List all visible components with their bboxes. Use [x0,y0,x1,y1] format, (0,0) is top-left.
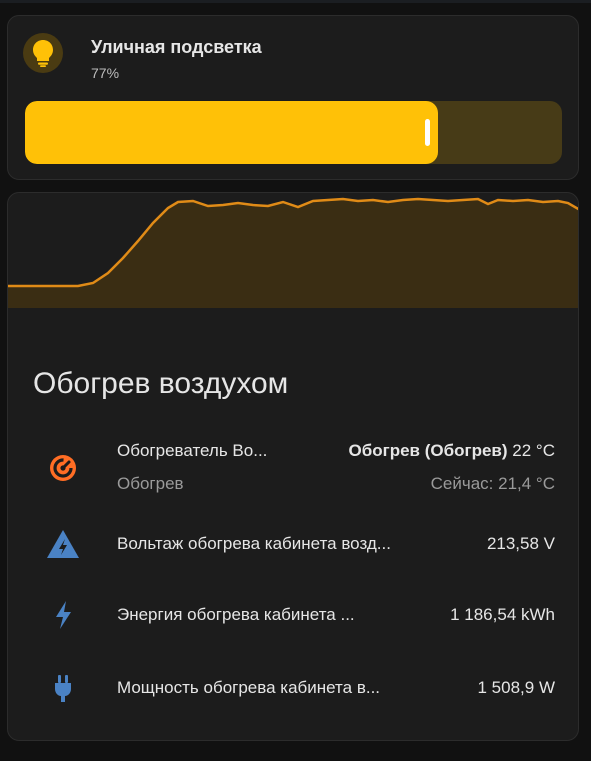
brightness-slider[interactable] [25,101,562,164]
voltage-value: 213,58 V [486,534,555,553]
energy-entity-name: Энергия обогрева кабинета ... [117,605,355,624]
thermostat-action: Обогрев [117,474,184,493]
energy-entity-row[interactable]: Энергия обогрева кабинета ... 1 186,54 k… [8,595,578,635]
energy-value: 1 186,54 kWh [450,605,555,624]
thermostat-title: Обогрев воздухом [33,367,289,400]
thermostat-card[interactable]: Обогрев воздухом Обогреватель Во... Обог… [7,192,579,741]
light-name: Уличная подсветка [91,37,262,57]
light-state: 77% [91,65,120,81]
thermostat-current-temp: Сейчас: 21,4 °C [430,474,555,493]
brightness-slider-handle[interactable] [425,119,430,146]
lightbulb-icon[interactable] [23,33,63,73]
thermostat-target-temp: 22 °C [512,441,555,460]
power-entity-row[interactable]: Мощность обогрева кабинета в... 1 508,9 … [8,668,578,708]
voltage-entity-name: Вольтаж обогрева кабинета возд... [117,534,391,553]
thermostat-entity-name: Обогреватель Во... [117,441,268,460]
high-voltage-triangle-icon[interactable] [43,524,83,564]
power-entity-name: Мощность обогрева кабинета в... [117,678,381,697]
voltage-entity-row[interactable]: Вольтаж обогрева кабинета возд... 213,58… [8,524,578,564]
temperature-graph [8,197,578,308]
thermostat-icon[interactable] [43,448,83,488]
light-card[interactable]: Уличная подсветка 77% [7,15,579,180]
thermostat-entity-row[interactable]: Обогреватель Во... Обогрев (Обогрев) 22 … [8,436,578,502]
power-plug-icon[interactable] [43,668,83,708]
brightness-slider-fill [25,101,438,164]
thermostat-entity-state: Обогрев (Обогрев) 22 °C [349,441,555,461]
top-bar [0,0,591,3]
thermostat-mode: Обогрев (Обогрев) [348,441,508,460]
lightning-bolt-icon[interactable] [43,595,83,635]
power-value: 1 508,9 W [477,678,556,697]
